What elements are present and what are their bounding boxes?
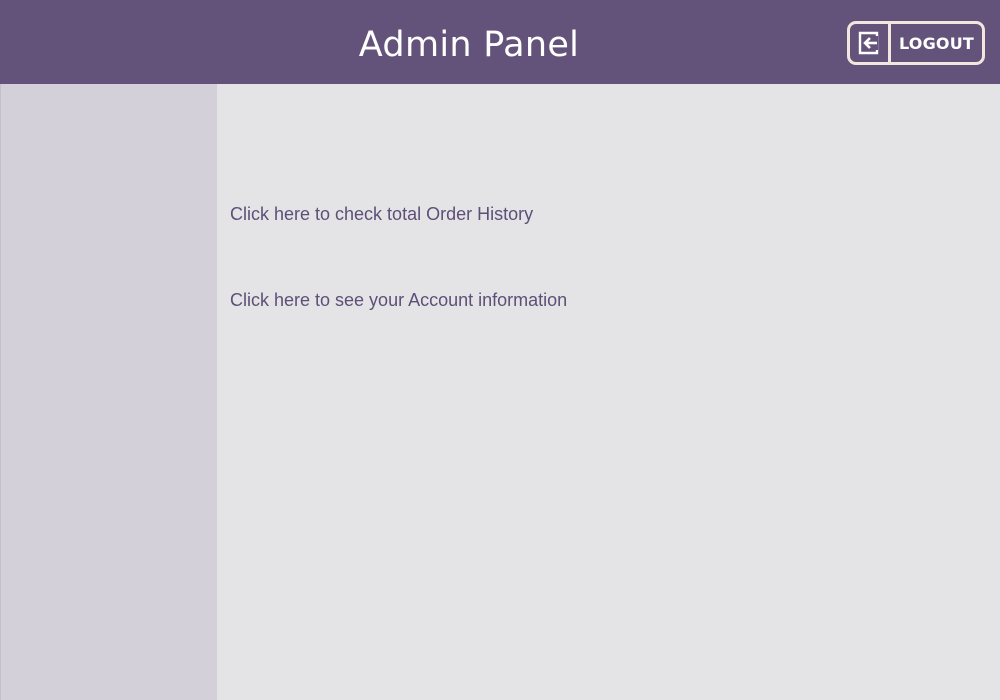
logout-label: LOGOUT (898, 34, 975, 53)
logout-icon-box (850, 24, 891, 62)
logout-button[interactable]: LOGOUT (847, 21, 985, 65)
main-content: Click here to check total Order History … (217, 84, 1000, 700)
sidebar (0, 84, 217, 700)
header-bar: Admin Panel LOGOUT (0, 0, 1000, 84)
admin-page: Admin Panel LOGOUT Click here to check t… (0, 0, 1000, 700)
page-title: Admin Panel (358, 25, 580, 65)
account-information-link[interactable]: Click here to see your Account informati… (230, 290, 567, 311)
order-history-link[interactable]: Click here to check total Order History (230, 204, 533, 225)
logout-icon (858, 31, 879, 55)
